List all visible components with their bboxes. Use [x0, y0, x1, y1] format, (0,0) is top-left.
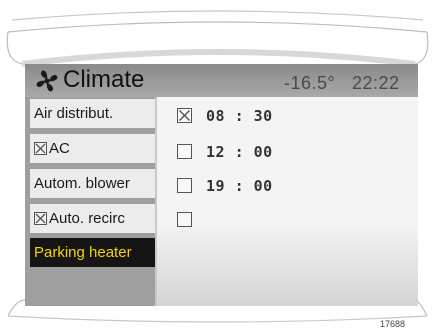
menu-item-label: Parking heater — [34, 244, 132, 261]
timer-checkbox[interactable] — [177, 178, 192, 193]
figure-reference-number: 17688 — [380, 319, 406, 329]
timer-checkbox[interactable] — [177, 108, 192, 123]
menu-item-parking-heater[interactable]: Parking heater — [30, 238, 157, 267]
menu-item-label: Air distribut. — [34, 105, 114, 122]
timer-row[interactable]: 08 : 30 — [177, 105, 377, 127]
check-x-icon — [179, 110, 190, 121]
outside-temperature: -16.5° — [284, 73, 336, 93]
timer-row[interactable] — [177, 209, 377, 231]
clock-display: 22:22 — [352, 73, 400, 93]
menu-item-label: AC — [49, 140, 70, 157]
ac-checkbox[interactable] — [34, 142, 47, 155]
timer-time: 08 : 30 — [206, 107, 273, 125]
timer-row[interactable]: 19 : 00 — [177, 175, 377, 197]
menu-item-label: Autom. blower — [34, 175, 130, 192]
menu-item-label: Auto. recirc — [49, 210, 125, 227]
check-x-icon — [35, 143, 46, 154]
menu-item-auto-blower[interactable]: Autom. blower — [30, 169, 157, 198]
auto-recirc-checkbox[interactable] — [34, 212, 47, 225]
parking-heater-timers: 08 : 30 12 : 00 19 : 00 — [155, 97, 418, 306]
timer-checkbox[interactable] — [177, 212, 192, 227]
climate-display-figure: Climate -16.5° 22:22 Air distribut. AC A… — [0, 0, 435, 336]
menu-item-air-distribution[interactable]: Air distribut. — [30, 99, 157, 128]
check-x-icon — [35, 213, 46, 224]
climate-screen: Climate -16.5° 22:22 Air distribut. AC A… — [25, 64, 418, 306]
title-bar: Climate -16.5° 22:22 — [25, 64, 418, 97]
timer-checkbox[interactable] — [177, 144, 192, 159]
menu-item-auto-recirc[interactable]: Auto. recirc — [30, 204, 157, 233]
timer-time: 19 : 00 — [206, 177, 273, 195]
menu-item-ac[interactable]: AC — [30, 134, 157, 163]
page-title: Climate — [63, 66, 145, 93]
fan-icon — [36, 70, 58, 92]
timer-row[interactable]: 12 : 00 — [177, 141, 377, 163]
timer-time: 12 : 00 — [206, 143, 273, 161]
climate-menu: Air distribut. AC Autom. blower Auto. re… — [25, 97, 157, 306]
